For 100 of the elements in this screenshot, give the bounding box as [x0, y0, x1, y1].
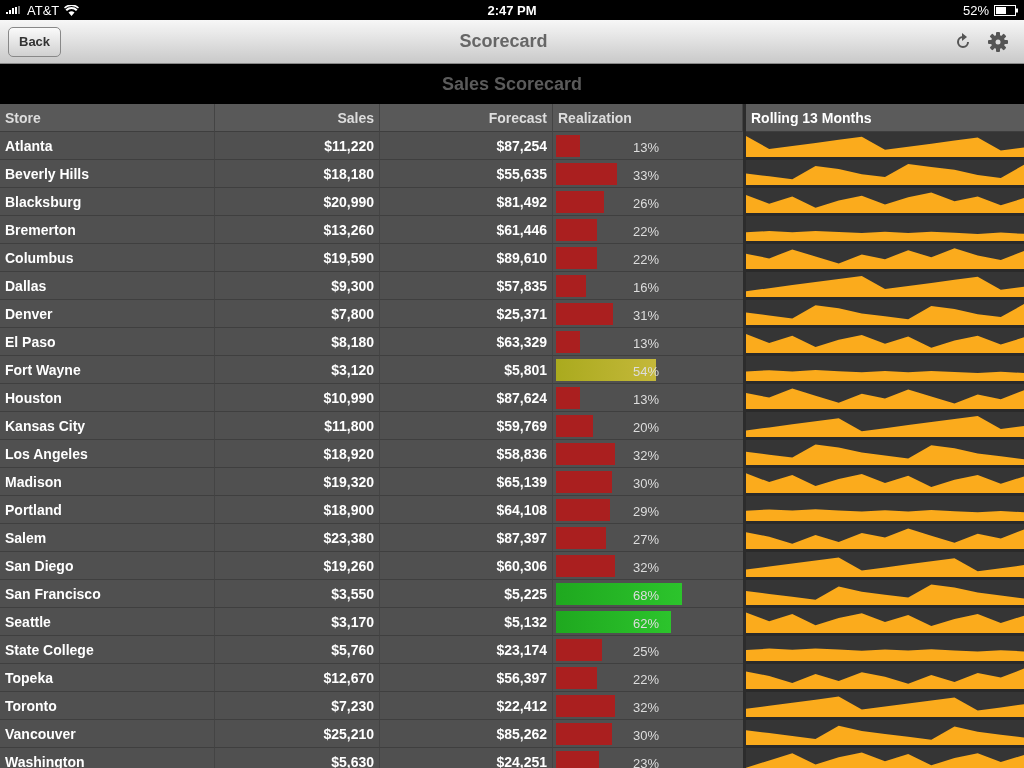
forecast-cell: $85,262: [380, 720, 553, 748]
report-title: Sales Scorecard: [0, 64, 1024, 104]
column-header: Rolling 13 Months: [746, 104, 1024, 132]
store-cell: Bremerton: [0, 216, 215, 244]
sales-cell: $11,220: [215, 132, 380, 160]
store-cell: Atlanta: [0, 132, 215, 160]
realization-percent: 68%: [633, 588, 660, 603]
settings-icon: [988, 31, 1008, 52]
forecast-cell: $23,174: [380, 636, 553, 664]
realization-percent: 22%: [633, 252, 660, 267]
realization-percent: 30%: [633, 728, 660, 743]
forecast-cell: $87,397: [380, 524, 553, 552]
column-header: Forecast: [380, 104, 553, 132]
realization-percent: 13%: [633, 140, 660, 155]
carrier-name: AT&T: [27, 2, 60, 18]
sales-cell: $10,990: [215, 384, 380, 412]
forecast-cell: $63,329: [380, 328, 553, 356]
store-cell: Blacksburg: [0, 188, 215, 216]
realization-percent: 29%: [633, 504, 660, 519]
realization-percent: 26%: [633, 196, 660, 211]
battery-icon: [994, 4, 1018, 16]
forecast-cell: $64,108: [380, 496, 553, 524]
realization-percent: 32%: [633, 700, 660, 715]
store-cell: Portland: [0, 496, 215, 524]
store-cell: Vancouver: [0, 720, 215, 748]
realization-percent: 32%: [633, 448, 660, 463]
forecast-cell: $56,397: [380, 664, 553, 692]
forecast-cell: $61,446: [380, 216, 553, 244]
store-cell: Toronto: [0, 692, 215, 720]
sales-cell: $3,550: [215, 580, 380, 608]
realization-percent: 22%: [633, 224, 660, 239]
store-cell: Salem: [0, 524, 215, 552]
store-cell: San Diego: [0, 552, 215, 580]
store-cell: El Paso: [0, 328, 215, 356]
sales-cell: $9,300: [215, 272, 380, 300]
forecast-cell: $59,769: [380, 412, 553, 440]
forecast-cell: $65,139: [380, 468, 553, 496]
column-header: Realization: [553, 104, 743, 132]
forecast-cell: $55,635: [380, 160, 553, 188]
sales-cell: $23,380: [215, 524, 380, 552]
realization-percent: 16%: [633, 280, 660, 295]
sales-cell: $11,800: [215, 412, 380, 440]
forecast-cell: $58,836: [380, 440, 553, 468]
realization-percent: 27%: [633, 532, 660, 547]
forecast-cell: $87,254: [380, 132, 553, 160]
sales-cell: $12,670: [215, 664, 380, 692]
realization-percent: 23%: [633, 756, 660, 768]
sales-cell: $7,230: [215, 692, 380, 720]
realization-percent: 31%: [633, 308, 660, 323]
forecast-cell: $5,132: [380, 608, 553, 636]
signal-icon: [6, 6, 22, 14]
store-cell: Fort Wayne: [0, 356, 215, 384]
forecast-cell: $5,801: [380, 356, 553, 384]
sales-cell: $3,170: [215, 608, 380, 636]
forecast-cell: $81,492: [380, 188, 553, 216]
forecast-cell: $57,835: [380, 272, 553, 300]
store-cell: Los Angeles: [0, 440, 215, 468]
realization-percent: 32%: [633, 560, 660, 575]
forecast-cell: $25,371: [380, 300, 553, 328]
refresh-icon: [954, 32, 972, 51]
store-cell: Columbus: [0, 244, 215, 272]
realization-percent: 30%: [633, 476, 660, 491]
wifi-icon: [64, 4, 80, 16]
realization-percent: 22%: [633, 672, 660, 687]
sales-cell: $13,260: [215, 216, 380, 244]
sales-cell: $18,920: [215, 440, 380, 468]
store-cell: Topeka: [0, 664, 215, 692]
forecast-cell: $60,306: [380, 552, 553, 580]
sales-cell: $25,210: [215, 720, 380, 748]
store-cell: State College: [0, 636, 215, 664]
sales-cell: $3,120: [215, 356, 380, 384]
sales-cell: $19,590: [215, 244, 380, 272]
store-cell: Beverly Hills: [0, 160, 215, 188]
clock-time: 2:47 PM: [487, 2, 537, 18]
realization-percent: 13%: [633, 336, 660, 351]
back-button[interactable]: Back: [8, 26, 62, 57]
store-cell: Denver: [0, 300, 215, 328]
sales-cell: $7,800: [215, 300, 380, 328]
sales-cell: $20,990: [215, 188, 380, 216]
sales-cell: $8,180: [215, 328, 380, 356]
store-cell: Madison: [0, 468, 215, 496]
sales-cell: $18,900: [215, 496, 380, 524]
realization-percent: 13%: [633, 392, 660, 407]
realization-percent: 62%: [633, 616, 660, 631]
sales-cell: $19,320: [215, 468, 380, 496]
column-header: Sales: [215, 104, 380, 132]
sales-cell: $5,760: [215, 636, 380, 664]
forecast-cell: $87,624: [380, 384, 553, 412]
forecast-cell: $89,610: [380, 244, 553, 272]
forecast-cell: $5,225: [380, 580, 553, 608]
forecast-cell: $22,412: [380, 692, 553, 720]
battery-percent: 52%: [963, 2, 989, 18]
realization-percent: 20%: [633, 420, 660, 435]
nav-title: Scorecard: [458, 31, 549, 52]
sales-cell: $19,260: [215, 552, 380, 580]
store-cell: Dallas: [0, 272, 215, 300]
store-cell: Kansas City: [0, 412, 215, 440]
store-cell: Houston: [0, 384, 215, 412]
realization-percent: 25%: [633, 644, 660, 659]
store-cell: Seattle: [0, 608, 215, 636]
